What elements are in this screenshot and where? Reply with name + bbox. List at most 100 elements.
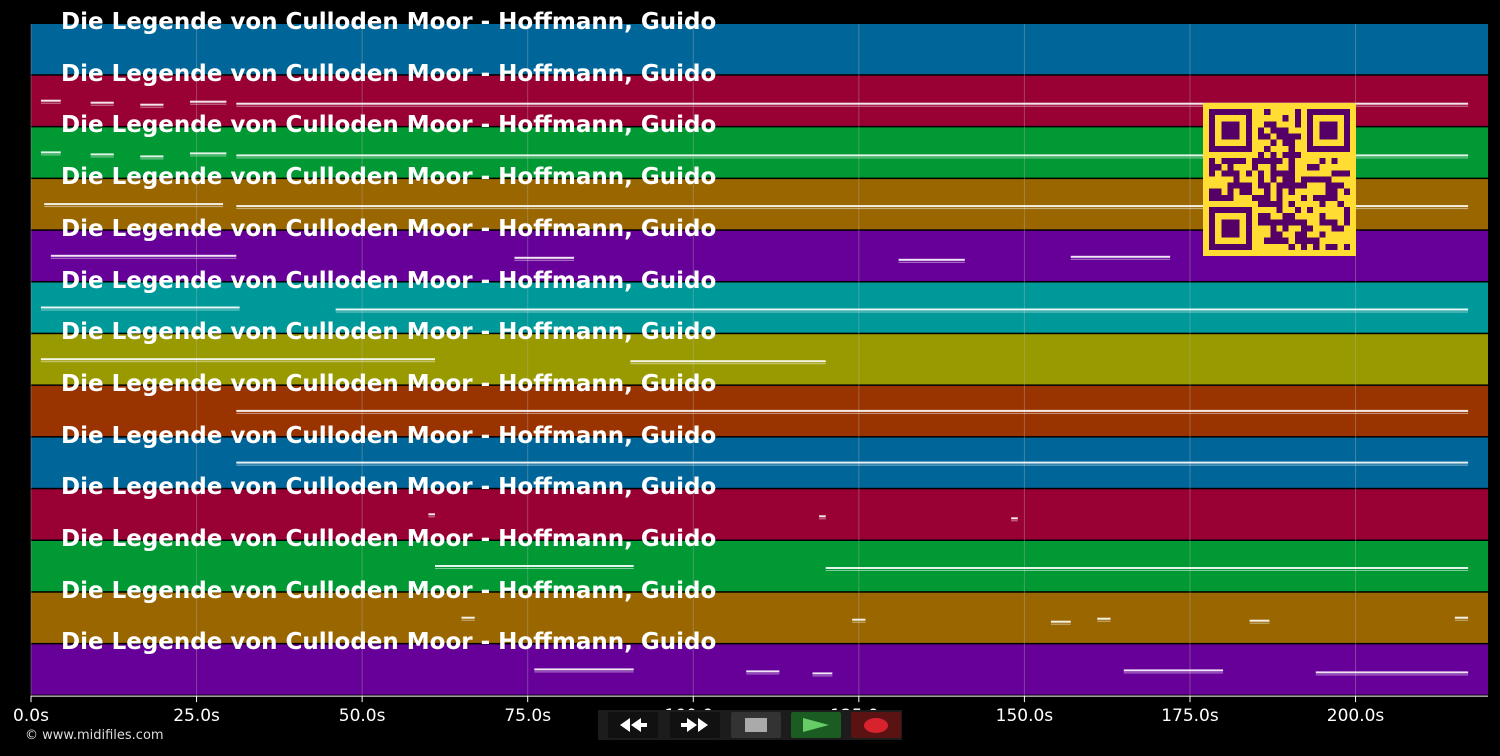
qr-module	[1258, 176, 1265, 183]
qr-module	[1331, 219, 1338, 226]
qr-module	[1215, 194, 1222, 201]
qr-module	[1233, 176, 1240, 183]
qr-module	[1264, 133, 1271, 140]
qr-module	[1270, 164, 1277, 171]
qr-module	[1288, 213, 1295, 220]
qr-module	[1221, 170, 1228, 177]
note-bar	[90, 104, 114, 106]
qr-module	[1288, 200, 1295, 208]
qr-module	[1276, 219, 1283, 226]
note-bar	[236, 461, 1469, 464]
note-bar	[1050, 620, 1071, 623]
qr-module	[1264, 109, 1271, 116]
qr-module	[1319, 200, 1326, 208]
qr-module	[1239, 182, 1246, 189]
qr-module	[1313, 176, 1320, 183]
qr-module	[1258, 182, 1265, 189]
rewind-button[interactable]	[608, 712, 658, 738]
qr-module	[1264, 237, 1271, 244]
tick-label: 0.0s	[13, 706, 49, 726]
qr-module	[1276, 158, 1283, 165]
note-bar	[44, 206, 224, 208]
note-bar	[335, 308, 1469, 311]
note-bar	[852, 618, 866, 621]
qr-module	[1258, 213, 1265, 220]
note-bar	[898, 261, 965, 263]
qr-module	[1319, 231, 1326, 238]
qr-module	[1288, 170, 1295, 177]
qr-module	[1337, 170, 1344, 177]
track-title: Die Legende von Culloden Moor - Hoffmann…	[61, 164, 717, 191]
qr-module	[1331, 182, 1338, 189]
qr-module	[1300, 182, 1308, 189]
qr-module	[1282, 170, 1289, 177]
note-bar	[461, 616, 475, 619]
track-title: Die Legende von Culloden Moor - Hoffmann…	[61, 629, 717, 656]
qr-module	[1276, 188, 1283, 195]
qr-module	[1288, 243, 1295, 250]
qr-module	[1221, 158, 1228, 165]
note-bar	[40, 154, 61, 156]
tick-label: 25.0s	[173, 706, 220, 726]
qr-module	[1337, 225, 1344, 232]
note-bar	[1249, 622, 1270, 624]
note-bar	[1070, 255, 1171, 258]
note-bar	[434, 565, 634, 567]
tick-label: 75.0s	[504, 706, 552, 726]
qr-module	[1270, 176, 1277, 183]
qr-module	[1239, 158, 1246, 165]
qr-module	[1227, 170, 1234, 177]
track-title: Die Legende von Culloden Moor - Hoffmann…	[61, 319, 717, 346]
qr-module	[1245, 182, 1252, 189]
note-bar	[819, 518, 826, 520]
qr-module	[1258, 219, 1265, 226]
note-bar	[428, 516, 435, 518]
qr-module	[1343, 170, 1350, 177]
record-button[interactable]	[851, 712, 901, 738]
qr-module	[1258, 170, 1265, 177]
qr-module	[1337, 182, 1344, 189]
play-button[interactable]	[791, 712, 841, 738]
qr-module	[1221, 121, 1240, 140]
qr-module	[1294, 151, 1301, 159]
qr-module	[1300, 231, 1308, 238]
qr-module	[1276, 127, 1283, 134]
qr-module	[1331, 243, 1338, 250]
qr-module	[1233, 170, 1240, 177]
note-bar	[898, 258, 965, 261]
qr-module	[1325, 194, 1332, 201]
note-bar	[140, 103, 164, 106]
note-bar	[1123, 672, 1224, 674]
qr-module	[1300, 243, 1308, 250]
qr-module	[1251, 164, 1259, 171]
note-bar	[746, 670, 780, 673]
note-bar	[40, 309, 240, 311]
qr-module	[1294, 231, 1301, 238]
note-bar	[140, 155, 164, 158]
qr-module	[1307, 176, 1314, 183]
qr-module	[1270, 151, 1277, 159]
qr-module	[1307, 225, 1314, 232]
qr-module	[1313, 243, 1320, 250]
qr-module	[1288, 219, 1295, 226]
qr-module	[1288, 151, 1295, 159]
qr-module	[1276, 207, 1283, 214]
tick-label: 150.0s	[995, 706, 1054, 726]
stop-button[interactable]	[731, 712, 781, 738]
qr-module	[1331, 188, 1338, 195]
qr-module	[1264, 219, 1271, 226]
qr-module	[1233, 182, 1240, 189]
qr-module	[1270, 237, 1277, 244]
note-bar	[90, 153, 114, 156]
fast-forward-button[interactable]	[670, 712, 720, 738]
track-title: Die Legende von Culloden Moor - Hoffmann…	[61, 577, 717, 604]
qr-module	[1258, 133, 1265, 140]
qr-module	[1343, 243, 1350, 250]
qr-module	[1282, 219, 1289, 226]
qr-module	[1209, 170, 1216, 177]
qr-module	[1264, 145, 1271, 152]
track-title: Die Legende von Culloden Moor - Hoffmann…	[61, 9, 717, 35]
note-bar	[461, 619, 475, 621]
qr-module	[1288, 188, 1295, 195]
note-bar	[189, 152, 227, 155]
